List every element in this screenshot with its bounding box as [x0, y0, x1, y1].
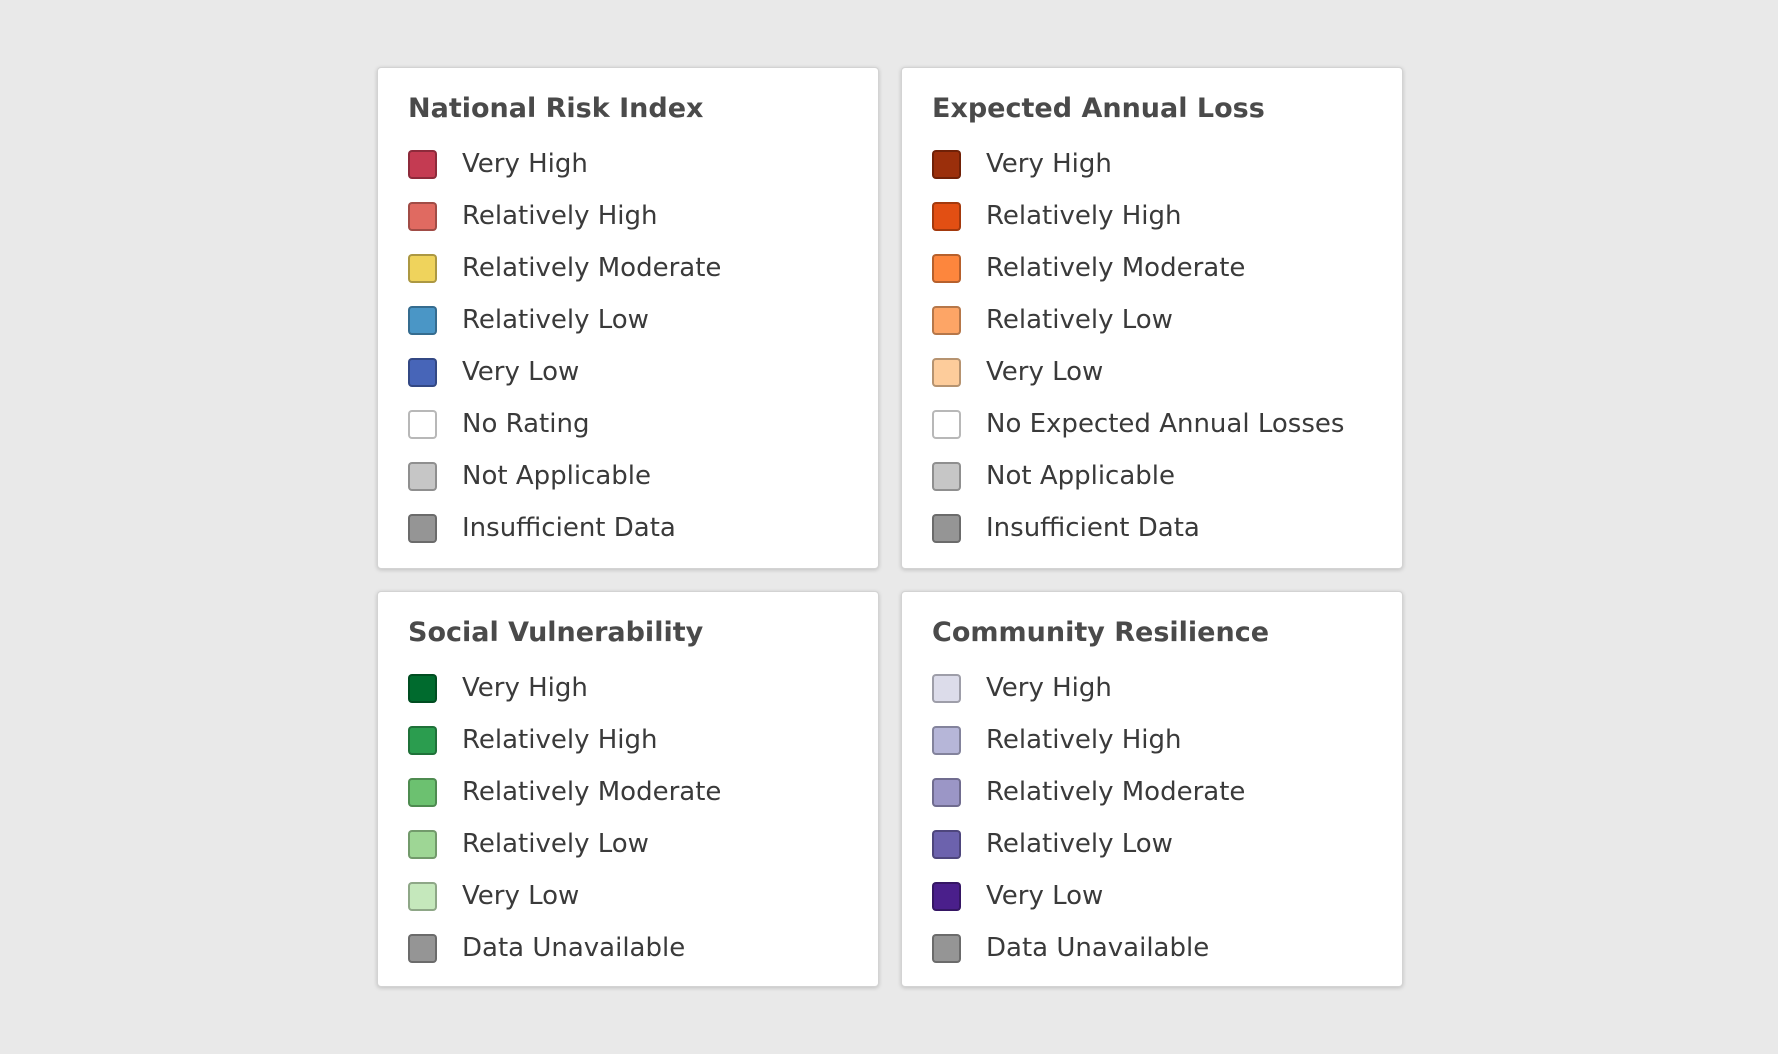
legend-item-label: Not Applicable — [462, 461, 652, 491]
legend-item-label: Not Applicable — [986, 461, 1176, 491]
color-swatch — [408, 725, 437, 755]
legend-item-label: Relatively High — [462, 201, 658, 231]
legend-item-label: Very High — [462, 149, 588, 179]
legend-item: Relatively High — [932, 190, 1382, 242]
color-swatch — [932, 201, 961, 231]
color-swatch — [932, 829, 961, 859]
color-swatch — [408, 673, 437, 703]
legend-item-label: Very Low — [986, 357, 1104, 387]
legend-item: Very High — [932, 138, 1382, 190]
legend-item: Very High — [932, 662, 1382, 714]
color-swatch — [932, 673, 961, 703]
color-swatch — [408, 149, 437, 179]
legend-item: Relatively High — [408, 714, 858, 766]
color-swatch — [932, 305, 961, 335]
legend-panel-national-risk-index: National Risk Index Very High Relatively… — [377, 67, 879, 569]
legend-item-label: Relatively Moderate — [986, 777, 1246, 807]
legend-item-label: Very High — [986, 673, 1112, 703]
legend-item-label: Relatively Low — [462, 829, 649, 859]
legend-item: Very Low — [408, 870, 858, 922]
color-swatch — [932, 725, 961, 755]
legend-item: Very High — [408, 662, 858, 714]
legend-item-label: Relatively High — [986, 725, 1182, 755]
legend-item: Relatively High — [932, 714, 1382, 766]
panel-title: Social Vulnerability — [408, 617, 704, 648]
legend-item-label: Relatively High — [986, 201, 1182, 231]
color-swatch — [408, 253, 437, 283]
legend-item: Relatively Low — [932, 818, 1382, 870]
legend-item-label: Data Unavailable — [462, 933, 686, 963]
legend-item: Relatively Low — [408, 294, 858, 346]
legend-item-label: Relatively Low — [986, 829, 1173, 859]
legend-item-label: Relatively Moderate — [462, 777, 722, 807]
legend-item-label: Very High — [462, 673, 588, 703]
color-swatch — [408, 409, 437, 439]
legend-item: Not Applicable — [932, 450, 1382, 502]
legend-item: Data Unavailable — [932, 922, 1382, 974]
legend-list: Very High Relatively High Relatively Mod… — [932, 662, 1382, 974]
color-swatch — [408, 305, 437, 335]
legend-list: Very High Relatively High Relatively Mod… — [408, 662, 858, 974]
legend-item-label: Relatively Low — [462, 305, 649, 335]
legend-item: Data Unavailable — [408, 922, 858, 974]
legend-item-label: No Rating — [462, 409, 590, 439]
color-swatch — [932, 253, 961, 283]
legend-item: Insufficient Data — [932, 502, 1382, 554]
legend-item: Relatively Low — [408, 818, 858, 870]
legend-item-label: Data Unavailable — [986, 933, 1210, 963]
legend-item: Relatively Moderate — [932, 242, 1382, 294]
legend-item: Very Low — [932, 870, 1382, 922]
legend-item: Relatively Moderate — [408, 766, 858, 818]
color-swatch — [408, 777, 437, 807]
panel-title: Expected Annual Loss — [932, 93, 1265, 124]
legend-item: Insufficient Data — [408, 502, 858, 554]
panel-title: National Risk Index — [408, 93, 704, 124]
legend-item-label: Very Low — [462, 881, 580, 911]
legend-item: Relatively Moderate — [408, 242, 858, 294]
color-swatch — [408, 201, 437, 231]
legend-item-label: Very Low — [462, 357, 580, 387]
legend-panel-expected-annual-loss: Expected Annual Loss Very High Relativel… — [901, 67, 1403, 569]
color-swatch — [408, 829, 437, 859]
legend-item: No Rating — [408, 398, 858, 450]
legend-grid: National Risk Index Very High Relatively… — [377, 67, 1403, 987]
legend-item-label: Relatively Moderate — [986, 253, 1246, 283]
legend-item-label: Relatively Moderate — [462, 253, 722, 283]
legend-item: Very High — [408, 138, 858, 190]
legend-panel-community-resilience: Community Resilience Very High Relativel… — [901, 591, 1403, 987]
color-swatch — [408, 881, 437, 911]
legend-item: Very Low — [932, 346, 1382, 398]
color-swatch — [932, 513, 961, 543]
legend-list: Very High Relatively High Relatively Mod… — [932, 138, 1382, 554]
legend-item-label: Insufficient Data — [462, 513, 676, 543]
color-swatch — [408, 513, 437, 543]
color-swatch — [932, 933, 961, 963]
color-swatch — [932, 461, 961, 491]
legend-item: Very Low — [408, 346, 858, 398]
color-swatch — [408, 933, 437, 963]
legend-panel-social-vulnerability: Social Vulnerability Very High Relativel… — [377, 591, 879, 987]
legend-item: Not Applicable — [408, 450, 858, 502]
legend-item: Relatively High — [408, 190, 858, 242]
legend-item-label: Very High — [986, 149, 1112, 179]
panel-title: Community Resilience — [932, 617, 1270, 648]
legend-item-label: Relatively High — [462, 725, 658, 755]
legend-item: Relatively Moderate — [932, 766, 1382, 818]
color-swatch — [932, 149, 961, 179]
color-swatch — [932, 777, 961, 807]
legend-item: No Expected Annual Losses — [932, 398, 1382, 450]
legend-item-label: No Expected Annual Losses — [986, 409, 1345, 439]
color-swatch — [932, 881, 961, 911]
color-swatch — [408, 461, 437, 491]
legend-item-label: Insufficient Data — [986, 513, 1200, 543]
legend-list: Very High Relatively High Relatively Mod… — [408, 138, 858, 554]
legend-item: Relatively Low — [932, 294, 1382, 346]
legend-item-label: Very Low — [986, 881, 1104, 911]
color-swatch — [932, 357, 961, 387]
legend-item-label: Relatively Low — [986, 305, 1173, 335]
color-swatch — [932, 409, 961, 439]
color-swatch — [408, 357, 437, 387]
